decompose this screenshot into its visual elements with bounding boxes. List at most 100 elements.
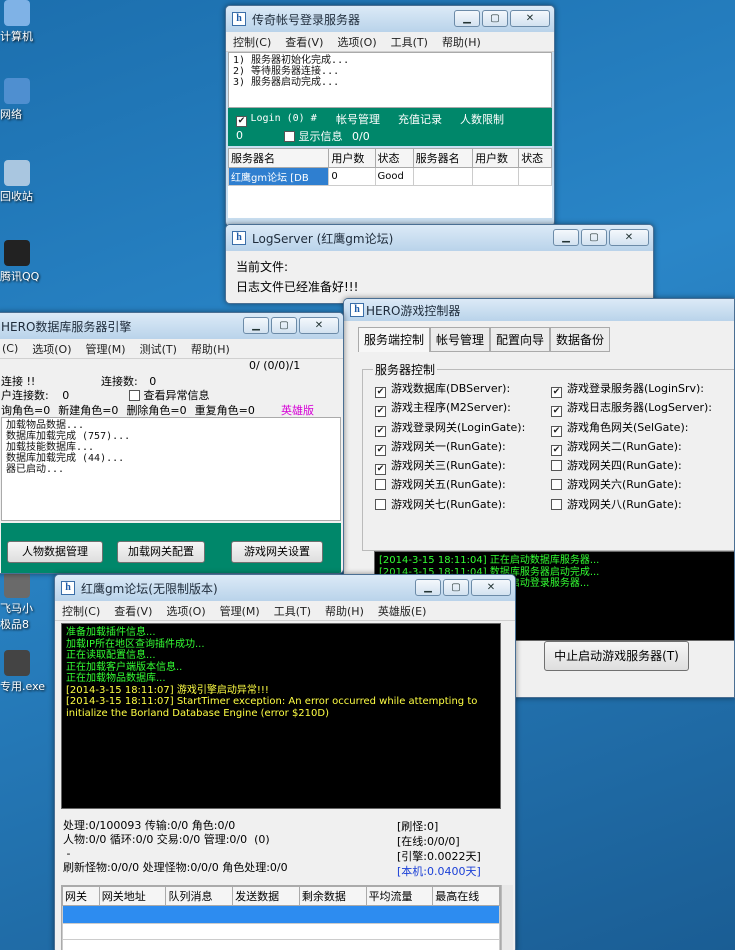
column-header[interactable]: 状态	[374, 148, 414, 168]
server-toggle[interactable]: ✔ 游戏网关二(RunGate):	[551, 438, 712, 457]
table-row[interactable]	[62, 905, 500, 924]
db-action-button[interactable]: 游戏网关设置	[231, 541, 323, 563]
column-header[interactable]: 平均流量	[365, 886, 434, 906]
column-header[interactable]: 用户数	[328, 148, 376, 168]
menu-item[interactable]: 查看(V)	[107, 603, 159, 619]
close-button[interactable]: ✕	[510, 10, 550, 27]
checkbox[interactable]: ✔	[551, 406, 562, 418]
toolbar-action[interactable]: 帐号管理	[336, 111, 380, 127]
checkbox[interactable]	[551, 460, 562, 472]
log-server-titlebar[interactable]: h LogServer (红鹰gm论坛) ▁ ▢ ✕	[226, 225, 653, 251]
menu-item[interactable]: 英雄版(E)	[371, 603, 434, 619]
show-error-checkbox[interactable]	[129, 390, 140, 401]
menu-item[interactable]: (C)	[0, 342, 25, 355]
m2-server-titlebar[interactable]: h 红鹰gm论坛(无限制版本) ▁ ▢ ✕	[55, 575, 515, 601]
minimize-button[interactable]: ▁	[454, 10, 480, 27]
checkbox[interactable]: ✔	[375, 406, 386, 418]
login-server-titlebar[interactable]: h 传奇帐号登录服务器 ▁ ▢ ✕	[226, 6, 554, 32]
checkbox[interactable]: ✔	[551, 425, 562, 437]
vertical-scrollbar[interactable]	[501, 885, 513, 950]
menu-item[interactable]: 工具(T)	[267, 603, 318, 619]
table-row[interactable]: 红鹰gm论坛 [DB 0 Good	[227, 167, 552, 186]
server-toggle[interactable]: ✔ 游戏登录服务器(LoginSrv):	[551, 380, 712, 399]
menu-item[interactable]: 选项(O)	[330, 34, 383, 50]
menu-item[interactable]: 管理(M)	[213, 603, 267, 619]
db-action-button[interactable]: 加载网关配置	[117, 541, 205, 563]
maximize-button[interactable]: ▢	[443, 579, 469, 596]
column-header[interactable]: 发送数据	[232, 886, 300, 906]
minimize-button[interactable]: ▁	[553, 229, 579, 246]
table-row[interactable]	[62, 923, 500, 940]
checkbox[interactable]: ✔	[375, 425, 386, 437]
checkbox[interactable]	[551, 479, 562, 491]
server-toggle[interactable]: ✔ 游戏角色网关(SelGate):	[551, 419, 712, 438]
server-toggle[interactable]: ✔ 游戏主程序(M2Server):	[375, 399, 525, 418]
server-toggle[interactable]: ✔ 游戏网关三(RunGate):	[375, 457, 525, 476]
db-action-button[interactable]: 人物数据管理	[7, 541, 103, 563]
desktop-icon[interactable]: 专用.exe	[0, 650, 45, 694]
login-checkbox[interactable]: ✔	[236, 116, 247, 127]
show-info-checkbox[interactable]	[284, 131, 295, 142]
checkbox[interactable]	[375, 479, 386, 491]
server-toggle[interactable]: ✔ 游戏数据库(DBServer):	[375, 380, 525, 399]
menu-item[interactable]: 工具(T)	[384, 34, 435, 50]
tab[interactable]: 配置向导	[490, 327, 551, 352]
checkbox[interactable]: ✔	[551, 387, 562, 398]
maximize-button[interactable]: ▢	[482, 10, 508, 27]
menu-item[interactable]: 控制(C)	[55, 603, 107, 619]
tab[interactable]: 服务端控制	[358, 327, 431, 352]
menu-item[interactable]: 查看(V)	[278, 34, 330, 50]
log-server-window[interactable]: h LogServer (红鹰gm论坛) ▁ ▢ ✕ 当前文件: 日志文件已经准…	[225, 224, 654, 304]
menu-item[interactable]: 帮助(H)	[318, 603, 371, 619]
hero-controller-titlebar[interactable]: h HERO游戏控制器	[344, 299, 734, 321]
server-toggle[interactable]: 游戏网关七(RunGate):	[375, 496, 525, 515]
menu-item[interactable]: 控制(C)	[226, 34, 278, 50]
maximize-button[interactable]: ▢	[271, 317, 297, 334]
column-header[interactable]: 状态	[518, 148, 552, 168]
close-button[interactable]: ✕	[471, 579, 511, 596]
column-header[interactable]: 剩余数据	[298, 886, 367, 906]
tab[interactable]: 数据备份	[550, 327, 611, 352]
desktop-icon[interactable]: 腾讯QQ	[0, 240, 44, 284]
column-header[interactable]: 网关	[62, 886, 100, 906]
checkbox[interactable]: ✔	[375, 464, 386, 476]
close-button[interactable]: ✕	[299, 317, 339, 334]
desktop-icon[interactable]: 飞马小 极品8	[0, 572, 44, 632]
menu-item[interactable]: 管理(M)	[79, 341, 133, 357]
login-server-window[interactable]: h 传奇帐号登录服务器 ▁ ▢ ✕ 控制(C) 查看(V) 选项(O) 工具(T) 帮助…	[225, 5, 555, 227]
desktop-icon[interactable]: 网络	[0, 78, 44, 122]
checkbox[interactable]: ✔	[375, 387, 386, 398]
server-toggle[interactable]: ✔ 游戏登录网关(LoginGate):	[375, 419, 525, 438]
server-toggle[interactable]: 游戏网关六(RunGate):	[551, 476, 712, 495]
column-header[interactable]: 用户数	[472, 148, 520, 168]
toolbar-action[interactable]: 人数限制	[460, 111, 504, 127]
column-header[interactable]: 服务器名	[412, 148, 474, 168]
checkbox[interactable]: ✔	[375, 444, 386, 456]
server-toggle[interactable]: 游戏网关五(RunGate):	[375, 476, 525, 495]
server-toggle[interactable]: ✔ 游戏日志服务器(LogServer):	[551, 399, 712, 418]
checkbox[interactable]	[375, 498, 386, 510]
server-toggle[interactable]: 游戏网关四(RunGate):	[551, 457, 712, 476]
close-button[interactable]: ✕	[609, 229, 649, 246]
menu-item[interactable]: 选项(O)	[25, 341, 78, 357]
table-row[interactable]	[62, 939, 500, 950]
menu-item[interactable]: 测试(T)	[133, 341, 184, 357]
server-toggle[interactable]: ✔ 游戏网关一(RunGate):	[375, 438, 525, 457]
column-header[interactable]: 队列消息	[165, 886, 234, 906]
column-header[interactable]: 服务器名	[227, 148, 330, 168]
menu-item[interactable]: 帮助(H)	[435, 34, 488, 50]
minimize-button[interactable]: ▁	[243, 317, 269, 334]
stop-server-button[interactable]: 中止启动游戏服务器(T)	[544, 641, 689, 671]
tab[interactable]: 帐号管理	[430, 327, 491, 352]
db-server-titlebar[interactable]: HERO数据库服务器引擎 ▁ ▢ ✕	[0, 313, 343, 339]
maximize-button[interactable]: ▢	[581, 229, 607, 246]
server-toggle[interactable]: 游戏网关八(RunGate):	[551, 496, 712, 515]
menu-item[interactable]: 帮助(H)	[184, 341, 237, 357]
checkbox[interactable]	[551, 498, 562, 510]
desktop-icon[interactable]: 计算机	[0, 0, 44, 44]
desktop-icon[interactable]: 回收站	[0, 160, 44, 204]
checkbox[interactable]: ✔	[551, 444, 562, 456]
db-server-window[interactable]: HERO数据库服务器引擎 ▁ ▢ ✕ (C) 选项(O) 管理(M) 测试(T) 帮助(…	[0, 312, 344, 574]
m2-server-window[interactable]: h 红鹰gm论坛(无限制版本) ▁ ▢ ✕ 控制(C) 查看(V) 选项(O) 管理(…	[54, 574, 516, 950]
column-header[interactable]: 最高在线	[432, 886, 500, 906]
